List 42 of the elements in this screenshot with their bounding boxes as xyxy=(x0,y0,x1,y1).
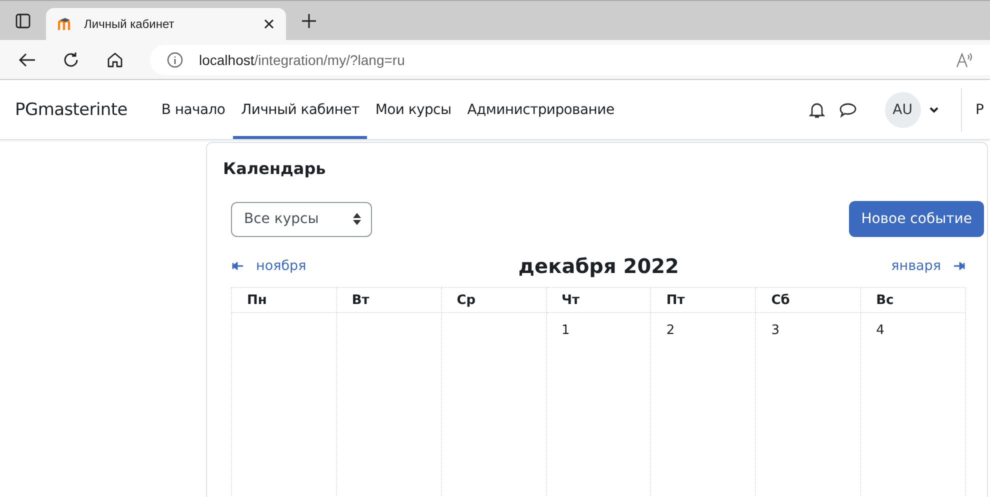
refresh-icon[interactable] xyxy=(62,50,80,68)
info-icon[interactable] xyxy=(167,52,183,68)
address-field[interactable]: localhost/integration/my/?lang=ru xyxy=(150,44,990,74)
nav-link[interactable]: В начало xyxy=(153,80,234,139)
weekday-header: Сб xyxy=(756,288,861,312)
calendar-title: Календарь xyxy=(223,159,327,180)
nav-link[interactable]: Личный кабинет xyxy=(233,80,368,139)
next-month-link[interactable]: января xyxy=(891,258,965,274)
weekday-header: Ср xyxy=(441,288,546,312)
month-title: декабря 2022 xyxy=(518,254,679,278)
nav-link[interactable]: Администрирование xyxy=(459,80,622,139)
weekday-header: Вт xyxy=(336,288,442,312)
tab-actions-icon[interactable] xyxy=(15,12,31,28)
day-number[interactable]: 1 xyxy=(562,323,570,338)
weekday-header: Пн xyxy=(232,288,336,312)
back-icon[interactable] xyxy=(18,52,36,68)
read-aloud-icon[interactable] xyxy=(956,52,974,68)
user-avatar[interactable]: AU xyxy=(884,92,921,128)
chevron-down-icon[interactable] xyxy=(928,106,939,114)
nav-link[interactable]: Мои курсы xyxy=(367,80,460,139)
new-tab-icon[interactable] xyxy=(301,12,317,28)
new-event-button[interactable]: Новое событие xyxy=(849,201,984,237)
weekday-header: Пт xyxy=(650,288,756,312)
bell-icon[interactable] xyxy=(808,100,825,118)
edit-mode-label[interactable]: Р xyxy=(976,102,984,118)
previous-month-link[interactable]: ноября xyxy=(232,258,306,274)
weekday-header: Вс xyxy=(860,288,966,312)
day-number[interactable]: 2 xyxy=(666,323,675,338)
day-number[interactable]: 4 xyxy=(876,323,884,338)
url-text: localhost/integration/my/?lang=ru xyxy=(199,52,406,68)
day-number[interactable]: 3 xyxy=(771,323,780,338)
sort-arrows-icon xyxy=(353,213,361,225)
weekday-header: Чт xyxy=(546,288,651,312)
home-icon[interactable] xyxy=(106,50,124,68)
browser-tab[interactable]: Личный кабинет xyxy=(46,8,286,40)
site-name[interactable]: PGmasterinte xyxy=(15,100,128,120)
course-select[interactable]: Все курсы xyxy=(231,202,372,236)
arrow-right-icon xyxy=(953,262,965,270)
tab-title: Личный кабинет xyxy=(84,17,176,31)
chat-icon[interactable] xyxy=(838,102,857,118)
close-icon[interactable] xyxy=(264,19,274,29)
arrow-left-icon xyxy=(232,262,244,270)
